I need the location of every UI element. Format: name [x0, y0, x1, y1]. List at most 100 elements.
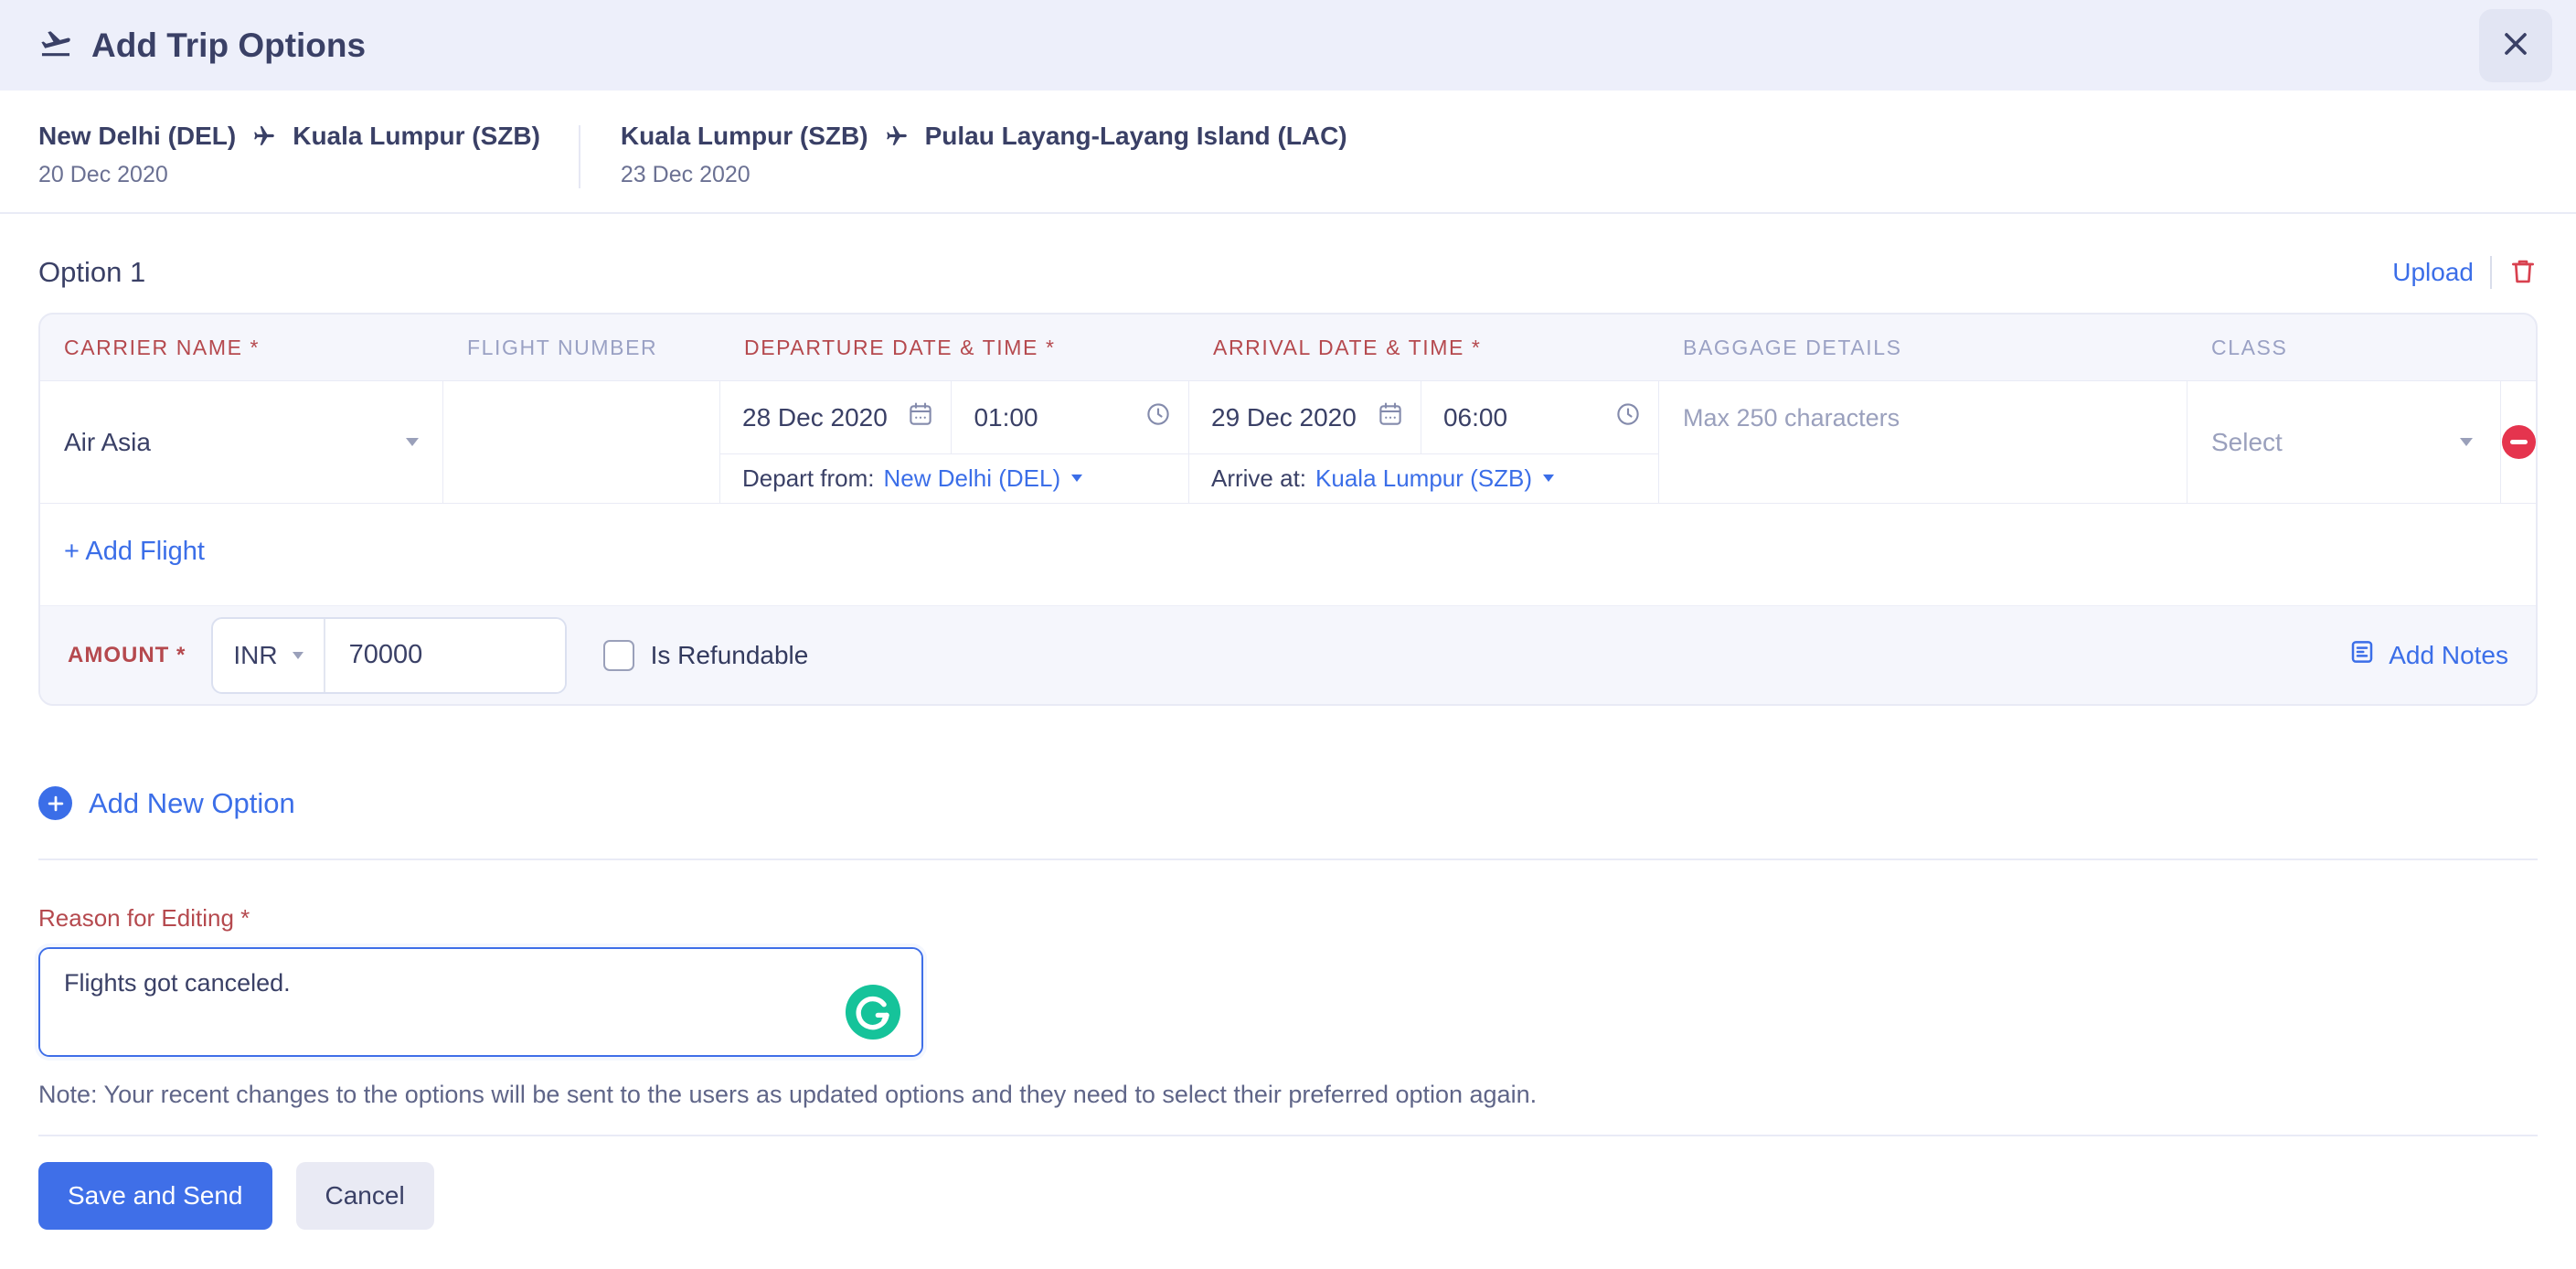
depart-from-row: Depart from: New Delhi (DEL) [720, 454, 1188, 502]
segment-date: 20 Dec 2020 [38, 162, 168, 187]
segment-to: Pulau Layang-Layang Island (LAC) [924, 122, 1347, 150]
column-flight-number: FLIGHT NUMBER [467, 335, 658, 359]
departure-date-input[interactable]: 28 Dec 2020 [720, 381, 953, 454]
amount-input-group: INR [211, 616, 567, 694]
carrier-value: Air Asia [64, 427, 151, 456]
plane-arrow-icon [885, 124, 909, 148]
arrive-at-row: Arrive at: Kuala Lumpur (SZB) [1189, 454, 1658, 502]
segment-from: New Delhi (DEL) [38, 122, 237, 150]
add-flight-button[interactable]: + Add Flight [64, 537, 205, 567]
departure-time-input[interactable]: 01:00 [952, 381, 1188, 454]
page-title: Add Trip Options [91, 26, 367, 64]
close-icon [2497, 26, 2534, 65]
flight-number-cell [443, 381, 720, 503]
option-card-footer: AMOUNT * INR Is Refundable Add [40, 605, 2536, 704]
save-and-send-button[interactable]: Save and Send [38, 1162, 272, 1230]
carrier-select[interactable]: Air Asia [40, 381, 443, 503]
segment-route: New Delhi (DEL) Kuala Lumpur (SZB) [38, 122, 540, 151]
depart-from-value: New Delhi (DEL) [883, 464, 1061, 492]
column-carrier-name: CARRIER NAME * [64, 335, 261, 359]
amount-label: AMOUNT * [68, 642, 186, 667]
add-trip-options-modal: Add Trip Options New Delhi (DEL) Kuala L… [0, 0, 2576, 1269]
section-divider [38, 1135, 2538, 1136]
flight-row: Air Asia 28 Dec 2020 01:00 Depart from: … [40, 380, 2536, 504]
trip-segment-2: Kuala Lumpur (SZB) Pulau Layang-Layang I… [621, 122, 1347, 188]
arrive-at-select[interactable]: Kuala Lumpur (SZB) [1315, 464, 1555, 493]
delete-option-button[interactable] [2508, 257, 2538, 289]
trip-segments: New Delhi (DEL) Kuala Lumpur (SZB) 20 De… [0, 91, 2576, 188]
class-select[interactable]: Select [2187, 381, 2501, 503]
add-notes-button[interactable]: Add Notes [2348, 638, 2508, 672]
segment-divider [578, 125, 580, 188]
arrival-time-input[interactable]: 06:00 [1421, 381, 1658, 454]
option-card: CARRIER NAME * FLIGHT NUMBER DEPARTURE D… [38, 313, 2538, 706]
plus-circle-icon [38, 786, 72, 820]
baggage-cell [1659, 381, 2187, 503]
modal-header: Add Trip Options [0, 0, 2576, 91]
flight-number-input[interactable] [443, 381, 719, 503]
trash-icon [2508, 257, 2538, 289]
remove-flight-button[interactable] [2501, 425, 2536, 459]
arrival-date-input[interactable]: 29 Dec 2020 [1189, 381, 1421, 454]
refundable-label: Is Refundable [650, 640, 809, 669]
note-text: Note: Your recent changes to the options… [38, 1081, 1538, 1108]
arrival-time-value: 06:00 [1442, 402, 1508, 432]
column-class: CLASS [2211, 335, 2288, 359]
chevron-down-icon [2460, 438, 2473, 446]
option-actions: Upload [2392, 256, 2538, 289]
flight-takeoff-icon [38, 26, 73, 65]
calendar-icon [907, 400, 934, 434]
class-placeholder: Select [2211, 427, 2283, 456]
close-button[interactable] [2479, 8, 2552, 82]
column-departure: DEPARTURE DATE & TIME * [744, 335, 1056, 359]
refundable-checkbox [602, 639, 634, 671]
title-wrap: Add Trip Options [38, 26, 366, 65]
chevron-down-icon [406, 438, 419, 446]
add-new-option-label: Add New Option [89, 786, 295, 819]
clock-icon [1614, 400, 1642, 434]
calendar-icon [1377, 400, 1404, 434]
amount-input[interactable] [325, 618, 565, 692]
plane-arrow-icon [252, 124, 276, 148]
add-flight-row: + Add Flight [40, 504, 2536, 605]
reason-textarea-wrap: Flights got canceled. [38, 947, 923, 1057]
arrival-cell: 29 Dec 2020 06:00 Arrive at: Kuala Lumpu… [1189, 381, 1659, 503]
section-divider [38, 858, 2538, 860]
departure-cell: 28 Dec 2020 01:00 Depart from: New Delhi… [720, 381, 1189, 503]
departure-date-value: 28 Dec 2020 [742, 402, 888, 432]
chevron-down-icon [1543, 475, 1555, 482]
notes-icon [2348, 638, 2376, 672]
departure-time-value: 01:00 [974, 402, 1038, 432]
is-refundable-toggle[interactable]: Is Refundable [602, 639, 809, 671]
grammarly-icon[interactable] [845, 984, 901, 1040]
depart-from-label: Depart from: [742, 464, 875, 492]
baggage-details-input[interactable] [1659, 381, 2187, 454]
column-arrival: ARRIVAL DATE & TIME * [1213, 335, 1482, 359]
currency-select[interactable]: INR [213, 618, 325, 692]
flights-table-body: Air Asia 28 Dec 2020 01:00 Depart from: … [40, 380, 2536, 605]
add-notes-label: Add Notes [2389, 640, 2508, 669]
section-divider [0, 212, 2576, 214]
arrive-at-label: Arrive at: [1211, 464, 1307, 492]
segment-from: Kuala Lumpur (SZB) [620, 122, 868, 150]
chevron-down-icon [292, 651, 303, 659]
segment-route: Kuala Lumpur (SZB) Pulau Layang-Layang I… [621, 122, 1347, 151]
upload-button[interactable]: Upload [2392, 258, 2474, 287]
modal-body: Option 1 Upload CARRIER NAME * FLIGHT NU… [0, 256, 2576, 1230]
reason-label: Reason for Editing * [38, 904, 250, 932]
column-baggage: BAGGAGE DETAILS [1683, 335, 1902, 359]
reason-textarea[interactable]: Flights got canceled. [40, 949, 921, 1055]
cancel-button[interactable]: Cancel [295, 1162, 434, 1230]
currency-value: INR [233, 640, 278, 669]
arrival-date-value: 29 Dec 2020 [1211, 402, 1357, 432]
depart-from-select[interactable]: New Delhi (DEL) [884, 464, 1083, 493]
option-title: Option 1 [38, 256, 146, 288]
arrive-at-value: Kuala Lumpur (SZB) [1315, 464, 1533, 492]
actions-separator [2490, 256, 2492, 289]
chevron-down-icon [1071, 475, 1083, 482]
trip-segment-1: New Delhi (DEL) Kuala Lumpur (SZB) 20 De… [38, 122, 540, 188]
option-header: Option 1 Upload [38, 256, 2538, 289]
add-new-option-button[interactable]: Add New Option [38, 786, 295, 820]
segment-to: Kuala Lumpur (SZB) [293, 122, 540, 150]
remove-flight-cell [2501, 381, 2536, 503]
